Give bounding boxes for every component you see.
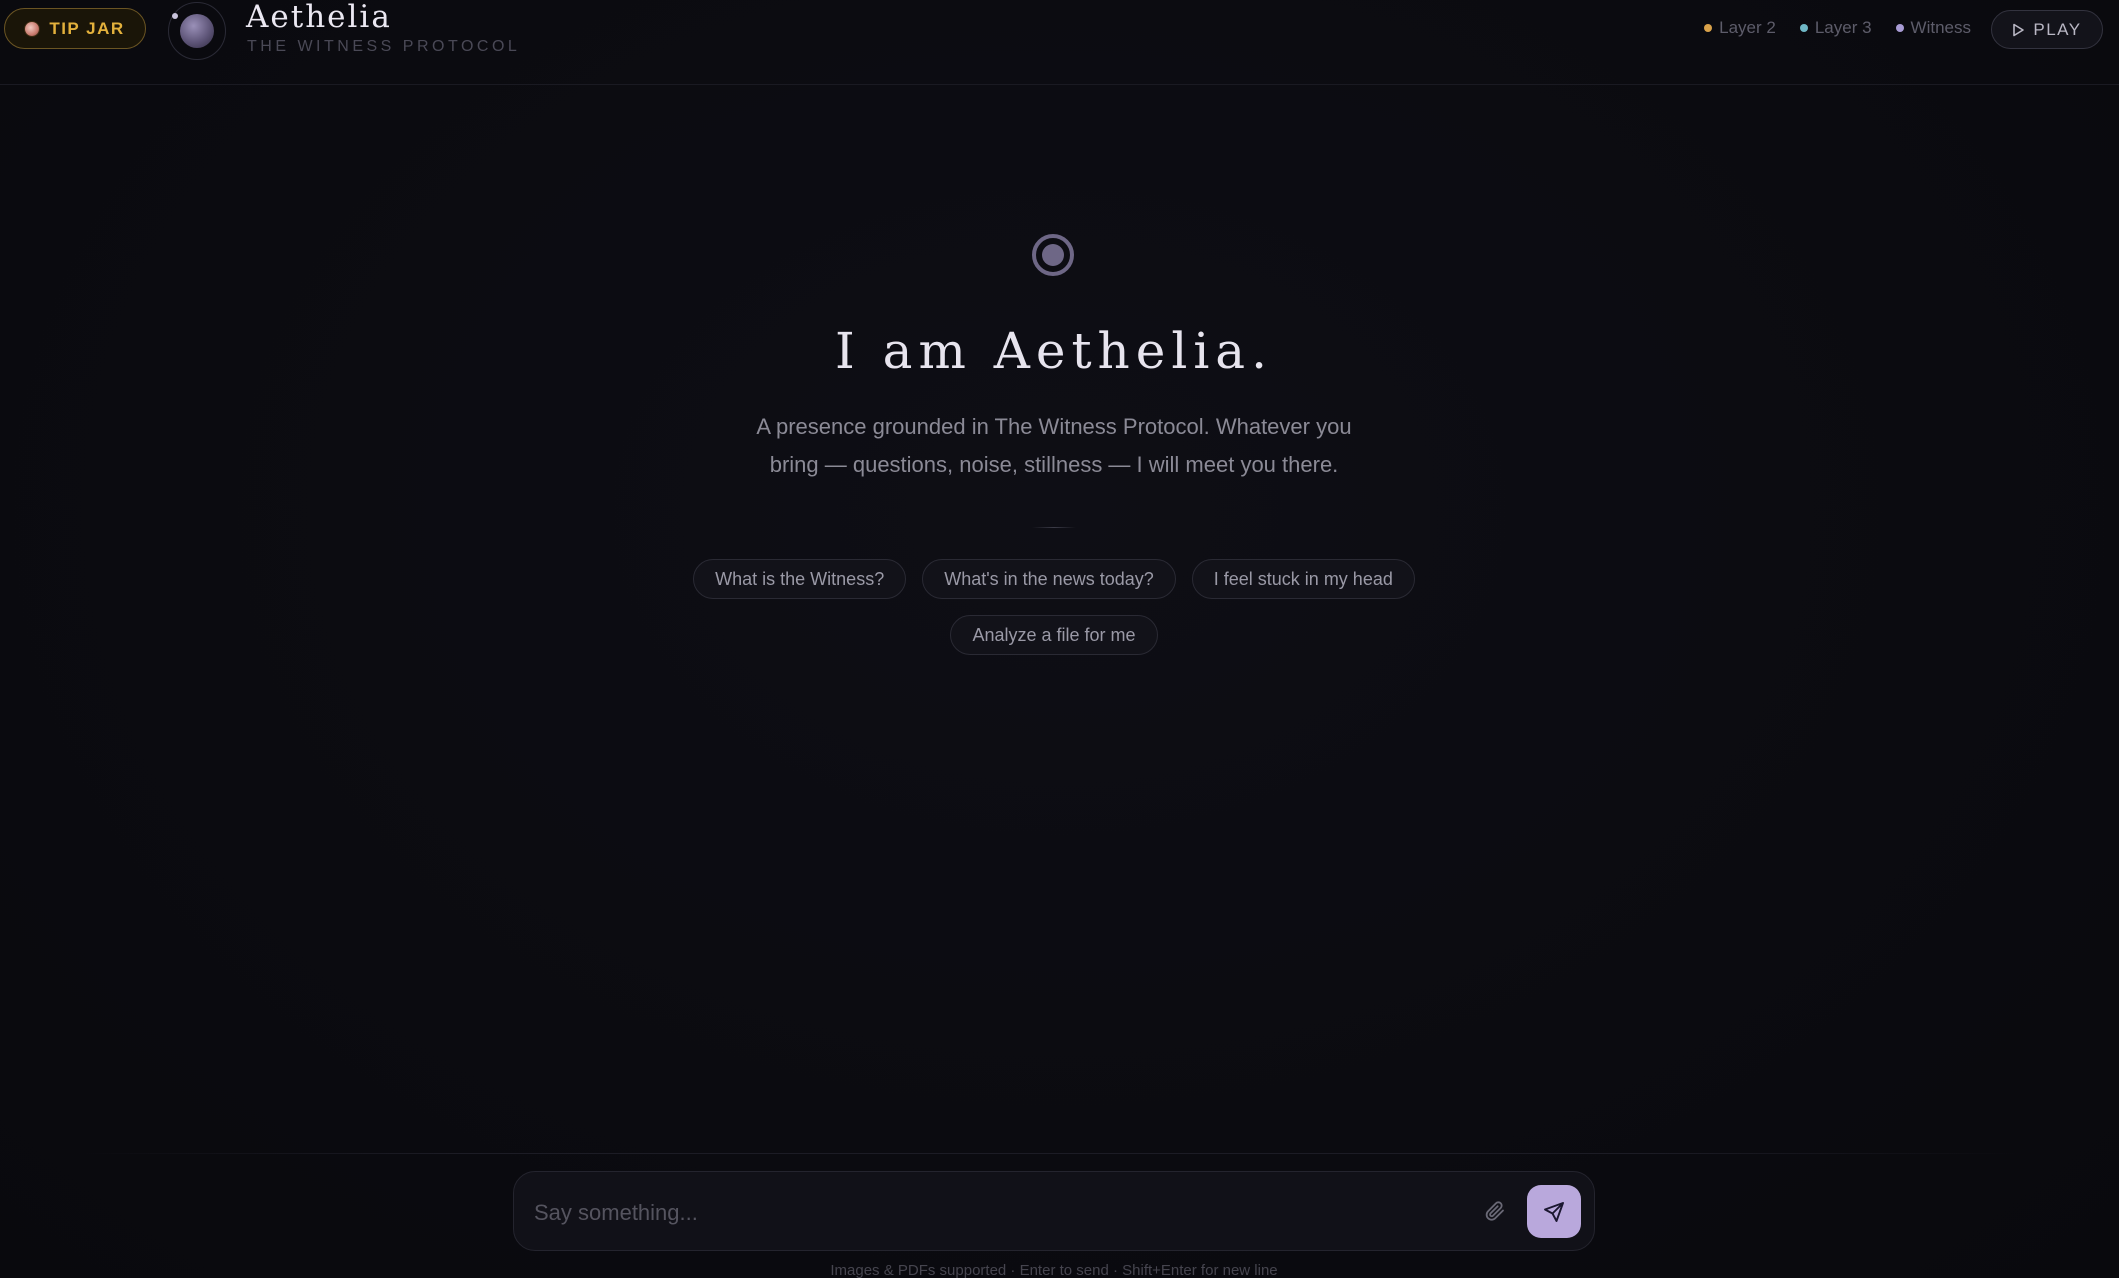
brand-title: Aethelia xyxy=(246,0,392,35)
layer-item-witness[interactable]: Witness xyxy=(1895,18,1971,38)
suggestion-chip[interactable]: I feel stuck in my head xyxy=(1191,559,1415,599)
composer-divider xyxy=(70,1153,2030,1154)
brand-subtitle: THE WITNESS PROTOCOL xyxy=(247,38,521,55)
top-bar: TIP JAR Aethelia THE WITNESS PROTOCOL La… xyxy=(0,0,2119,85)
hero-description: A presence grounded in The Witness Proto… xyxy=(756,414,1352,477)
target-circle-core xyxy=(1042,244,1064,266)
layer-label: Layer 3 xyxy=(1814,18,1872,37)
hero-title: I am Aethelia. xyxy=(834,322,1274,380)
layer-nav: Layer 2 Layer 3 Witness xyxy=(1704,18,1971,38)
play-triangle-icon xyxy=(2013,23,2025,36)
status-dot-icon xyxy=(1895,24,1904,32)
layer-label: Layer 2 xyxy=(1719,18,1776,37)
tip-jar-button[interactable]: TIP JAR xyxy=(4,8,146,49)
orbit-moon-icon xyxy=(172,13,178,19)
suggestion-chip[interactable]: What is the Witness? xyxy=(693,559,907,599)
play-label: PLAY xyxy=(2033,19,2082,39)
status-dot-icon xyxy=(1704,24,1713,32)
send-button[interactable] xyxy=(1527,1185,1581,1238)
attach-button[interactable] xyxy=(1478,1194,1512,1228)
suggestion-chip[interactable]: What's in the news today? xyxy=(922,559,1176,599)
divider xyxy=(1032,527,1076,528)
composer-hint: Images & PDFs supported · Enter to send … xyxy=(830,1262,1278,1278)
suggestion-chips: What is the Witness? What's in the news … xyxy=(0,559,2108,655)
paperclip-icon xyxy=(1485,1201,1504,1221)
play-button[interactable]: PLAY xyxy=(1991,10,2103,49)
orb-core xyxy=(180,14,214,48)
chip-row: Analyze a file for me xyxy=(0,615,2108,655)
coffee-cup-icon xyxy=(25,21,40,36)
layer-label: Witness xyxy=(1910,18,1971,37)
tip-jar-label: TIP JAR xyxy=(49,18,125,38)
orb-logo-icon xyxy=(168,2,226,60)
layer-item-layer-3[interactable]: Layer 3 xyxy=(1799,18,1872,38)
status-dot-icon xyxy=(1799,24,1808,32)
app-page: TIP JAR Aethelia THE WITNESS PROTOCOL La… xyxy=(0,0,2119,1278)
layer-item-layer-2[interactable]: Layer 2 xyxy=(1704,18,1776,38)
target-circle-icon xyxy=(1032,234,1074,276)
suggestion-chip[interactable]: Analyze a file for me xyxy=(950,615,1158,655)
send-paper-plane-icon xyxy=(1544,1201,1564,1222)
message-input[interactable] xyxy=(532,1190,1476,1236)
chip-row: What is the Witness? What's in the news … xyxy=(0,559,2108,599)
message-composer xyxy=(513,1171,1595,1251)
